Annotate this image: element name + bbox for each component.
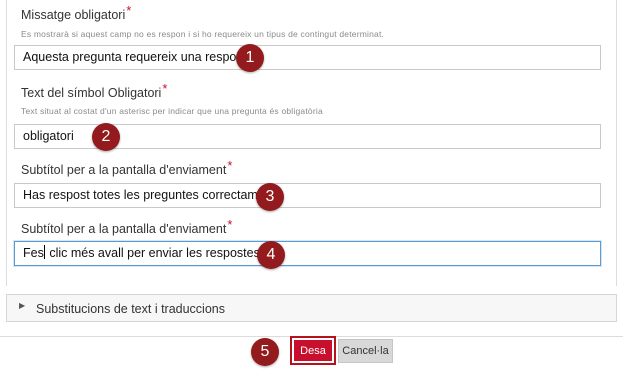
input-text-after-caret: clic més avall per enviar les respostes — [45, 246, 260, 260]
submit-subtitle-input-1[interactable]: Has respost totes les preguntes correcta… — [14, 183, 601, 208]
field-label-submit-subtitle-1: Subtítol per a la pantalla d'enviament* — [21, 158, 233, 177]
section-title: Substitucions de text i traduccions — [36, 302, 225, 316]
callout-marker-4: 4 — [257, 241, 285, 269]
save-button[interactable]: Desa — [290, 336, 336, 365]
cancel-button[interactable]: Cancel·la — [338, 339, 393, 363]
field-label-required-message: Missatge obligatori* — [21, 3, 132, 22]
callout-marker-1: 1 — [236, 44, 264, 72]
required-asterisk: * — [227, 217, 233, 232]
callout-marker-2: 2 — [92, 123, 120, 151]
field-label-submit-subtitle-2: Subtítol per a la pantalla d'enviament* — [21, 217, 233, 236]
submit-subtitle-input-2[interactable]: Fes clic més avall per enviar les respos… — [14, 241, 601, 266]
field-help-required-message: Es mostrarà si aquest camp no es respon … — [21, 29, 385, 39]
required-asterisk: * — [126, 3, 132, 18]
save-button-label: Desa — [294, 340, 332, 361]
required-asterisk: * — [227, 158, 233, 173]
required-asterisk: * — [162, 81, 168, 96]
field-help-required-symbol-text: Text situat al costat d'un asterisc per … — [21, 106, 323, 116]
required-message-input[interactable]: Aquesta pregunta requereix una resposta — [14, 45, 601, 70]
expand-arrow-icon: ▶ — [19, 301, 26, 310]
callout-marker-3: 3 — [256, 183, 284, 211]
input-text-before-caret: Fes — [23, 246, 44, 260]
field-label-required-symbol-text: Text del símbol Obligatori* — [21, 81, 168, 100]
text-substitutions-section[interactable]: ▶ Substitucions de text i traduccions — [6, 294, 617, 322]
callout-marker-5: 5 — [251, 338, 279, 366]
